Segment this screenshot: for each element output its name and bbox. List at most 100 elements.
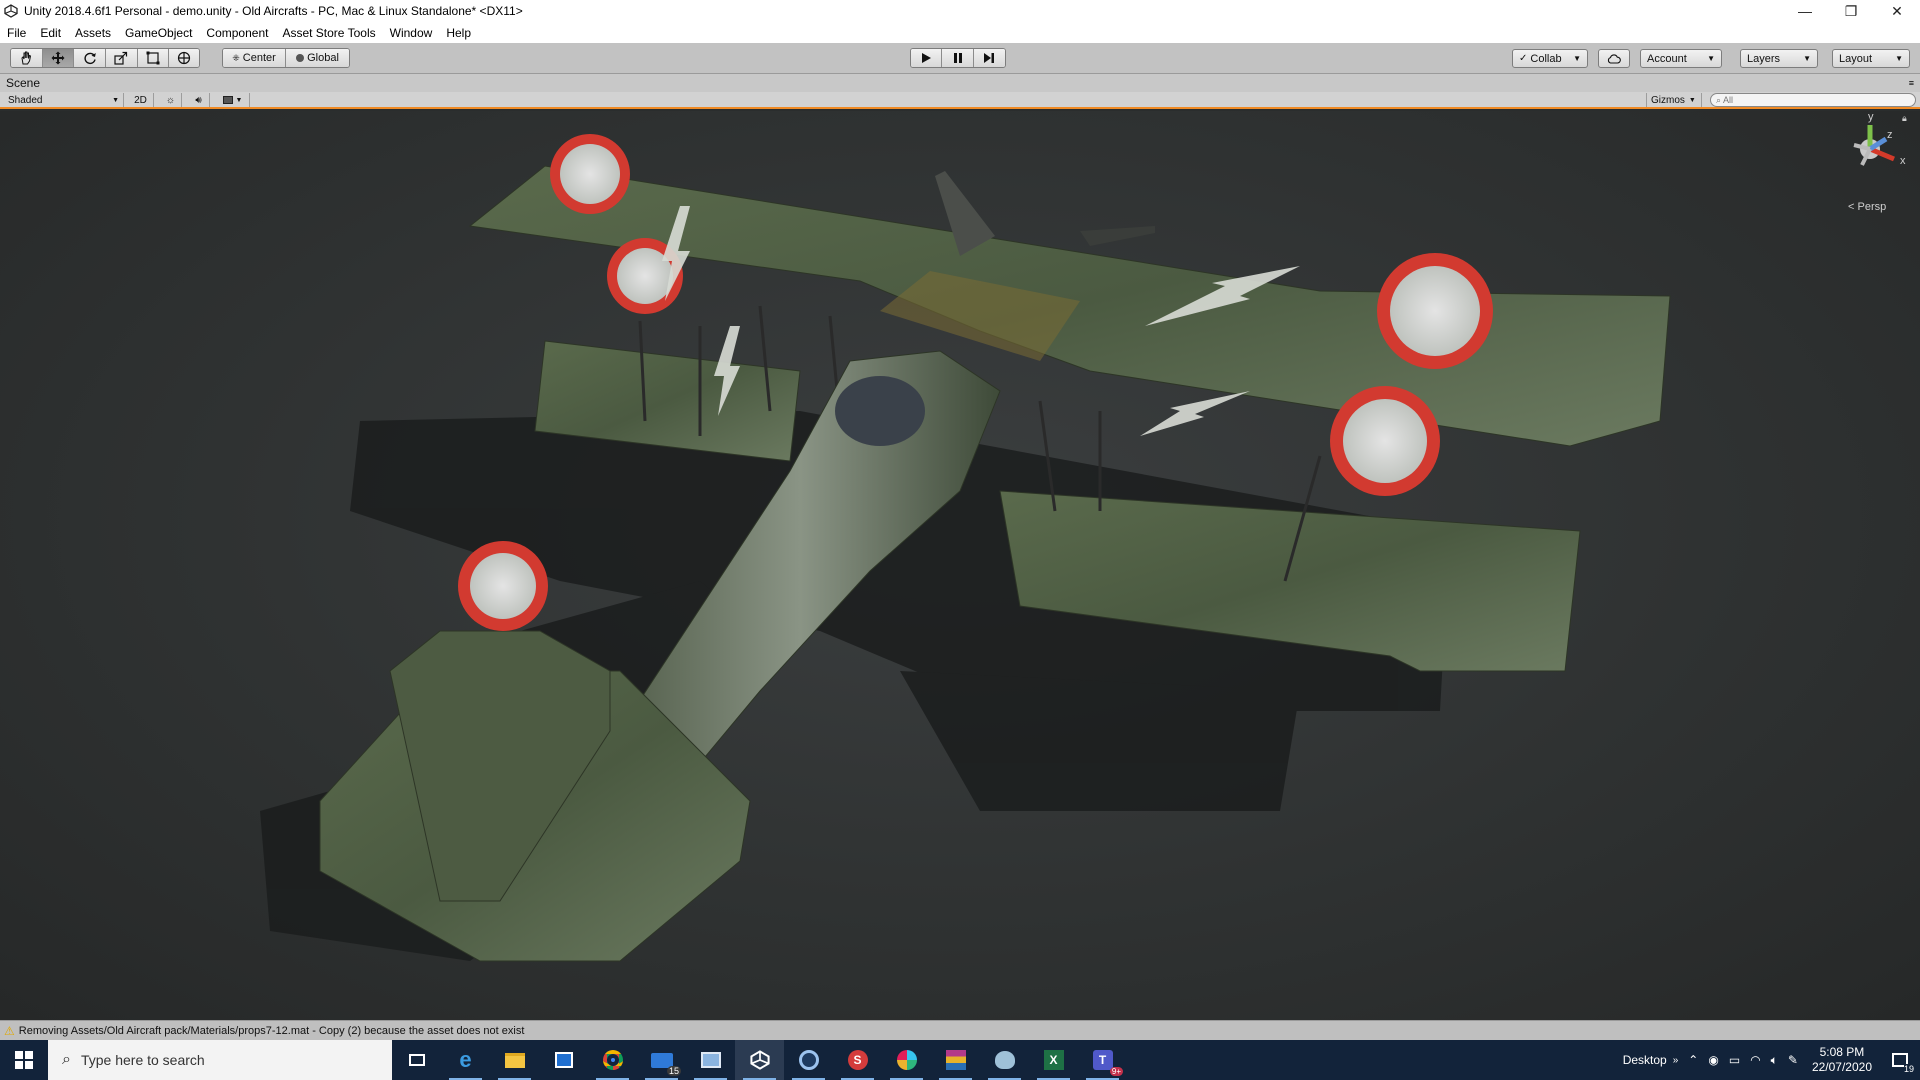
pivot-controls: ⁜ Center Global — [222, 48, 350, 68]
menu-asset-store-tools[interactable]: Asset Store Tools — [275, 26, 382, 40]
taskbar-app-store[interactable] — [539, 1040, 588, 1080]
step-button[interactable] — [973, 49, 1005, 67]
rect-transform-icon — [146, 51, 160, 65]
edge-icon: e — [459, 1047, 472, 1072]
search-icon: ⌕ — [62, 1051, 71, 1068]
search-icon: ⌕ — [1716, 94, 1722, 105]
chevron-down-icon: ▼ — [1688, 96, 1696, 104]
menu-gameobject[interactable]: GameObject — [118, 26, 199, 40]
taskbar-app-unity[interactable] — [735, 1040, 784, 1080]
scene-viewport[interactable]: y z x 🔒︎ < Persp — [0, 111, 1920, 1020]
lock-icon[interactable]: 🔒︎ — [1902, 113, 1907, 124]
rotate-icon — [84, 52, 96, 65]
chrome-icon — [602, 1050, 623, 1070]
shading-mode-dropdown[interactable]: Shaded ▼ — [4, 93, 124, 107]
task-view-button[interactable] — [392, 1040, 441, 1080]
transform-tool-button[interactable] — [169, 49, 199, 67]
taskbar-app-teams[interactable]: T 9+ — [1078, 1040, 1127, 1080]
maximize-button[interactable]: ❐ — [1828, 0, 1874, 22]
pen-icon[interactable]: ✎ — [1788, 1053, 1798, 1067]
cloud-button[interactable] — [1598, 49, 1630, 68]
windows-logo-icon — [15, 1051, 33, 1069]
close-button[interactable]: ✕ — [1874, 0, 1920, 22]
taskbar-app-winrar[interactable] — [931, 1040, 980, 1080]
chevron-down-icon: ▼ — [1895, 54, 1903, 63]
taskbar-app-mail[interactable]: 15 — [637, 1040, 686, 1080]
layout-label: Layout — [1839, 52, 1873, 65]
taskbar-app-file-explorer[interactable] — [490, 1040, 539, 1080]
volume-icon[interactable]: 🔈︎ — [1771, 1053, 1778, 1068]
menu-edit[interactable]: Edit — [33, 26, 68, 40]
taskbar-app-chrome[interactable] — [588, 1040, 637, 1080]
scene-search-placeholder: All — [1723, 95, 1734, 105]
wifi-icon[interactable]: ◠ — [1750, 1053, 1760, 1067]
scene-search-input[interactable]: ⌕ All — [1710, 93, 1916, 107]
battery-icon[interactable]: ▭ — [1729, 1053, 1740, 1067]
window-title: Unity 2018.4.6f1 Personal - demo.unity -… — [24, 4, 523, 18]
toolbar-expand-icon[interactable]: » — [1673, 1055, 1679, 1066]
orientation-gizmo[interactable]: y z x 🔒︎ — [1840, 111, 1910, 171]
taskbar-app-edge[interactable]: e — [441, 1040, 490, 1080]
playback-controls — [910, 48, 1006, 68]
menu-assets[interactable]: Assets — [68, 26, 118, 40]
start-button[interactable] — [0, 1040, 48, 1080]
tab-menu-icon[interactable]: ≡ — [1909, 78, 1914, 88]
menu-window[interactable]: Window — [383, 26, 440, 40]
audio-toggle[interactable]: 🔊︎ — [188, 93, 210, 107]
scale-tool-button[interactable] — [106, 49, 138, 67]
gizmos-dropdown[interactable]: Gizmos ▼ — [1646, 93, 1702, 107]
globe-icon — [296, 54, 305, 62]
menu-help[interactable]: Help — [439, 26, 478, 40]
play-button[interactable] — [911, 49, 943, 67]
pivot-rotation-toggle[interactable]: Global — [286, 49, 349, 67]
scene-tab-bar: Scene ≡ — [0, 74, 1920, 92]
move-tool-button[interactable] — [42, 49, 75, 67]
pivot-icon: ⁜ — [232, 52, 240, 63]
desktop-toolbar-label[interactable]: Desktop — [1623, 1053, 1667, 1067]
unity-icon — [749, 1050, 770, 1070]
taskbar-clock[interactable]: 5:08 PM 22/07/2020 — [1804, 1045, 1880, 1075]
rect-tool-button[interactable] — [137, 49, 170, 67]
menu-component[interactable]: Component — [199, 26, 275, 40]
effects-dropdown[interactable]: ▼ — [216, 93, 250, 107]
taskbar-app-circle[interactable] — [784, 1040, 833, 1080]
clock-date: 22/07/2020 — [1811, 1060, 1872, 1074]
layers-dropdown[interactable]: Layers ▼ — [1740, 49, 1818, 68]
window-title-bar: Unity 2018.4.6f1 Personal - demo.unity -… — [0, 0, 1920, 22]
gizmo-y-label: y — [1868, 111, 1874, 123]
notification-center-button[interactable]: 19 — [1880, 1040, 1920, 1080]
layout-dropdown[interactable]: Layout ▼ — [1832, 49, 1910, 68]
taskbar-app-remote-desktop[interactable] — [686, 1040, 735, 1080]
menu-bar: File Edit Assets GameObject Component As… — [0, 22, 1920, 43]
scene-tab[interactable]: Scene — [0, 76, 40, 90]
show-hidden-icons-icon[interactable]: ⌃ — [1688, 1053, 1698, 1067]
gizmo-z-label: z — [1887, 129, 1893, 141]
pause-button[interactable] — [942, 49, 974, 67]
2d-toggle[interactable]: 2D — [128, 93, 154, 107]
hand-tool-button[interactable] — [11, 49, 43, 67]
taskbar-search-input[interactable]: ⌕ Type here to search — [48, 1040, 392, 1080]
menu-file[interactable]: File — [0, 26, 33, 40]
winrar-icon — [945, 1050, 966, 1070]
collab-dropdown[interactable]: ✓ Collab ▼ — [1512, 49, 1588, 68]
rotate-tool-button[interactable] — [74, 49, 107, 67]
windows-taskbar: ⌕ Type here to search e 15 S X T 9+ Desk… — [0, 1040, 1920, 1080]
projection-label: Persp — [1857, 201, 1887, 213]
pivot-mode-toggle[interactable]: ⁜ Center — [223, 49, 287, 67]
hand-icon — [21, 51, 32, 65]
clock-time: 5:08 PM — [1819, 1045, 1865, 1059]
account-dropdown[interactable]: Account ▼ — [1640, 49, 1722, 68]
main-toolbar: ⁜ Center Global ✓ Collab ▼ Account ▼ Lay… — [0, 43, 1920, 74]
circle-app-icon — [798, 1050, 819, 1070]
taskbar-app-s[interactable]: S — [833, 1040, 882, 1080]
status-bar[interactable]: ⚠ Removing Assets/Old Aircraft pack/Mate… — [0, 1020, 1920, 1040]
lighting-toggle[interactable]: ☼ — [160, 93, 182, 107]
taskbar-app-slack[interactable] — [882, 1040, 931, 1080]
step-icon — [984, 53, 995, 63]
projection-toggle[interactable]: < Persp — [1848, 201, 1886, 213]
taskbar-app-bird[interactable] — [980, 1040, 1029, 1080]
minimize-button[interactable]: — — [1782, 0, 1828, 22]
propeller — [935, 171, 1155, 256]
taskbar-app-excel[interactable]: X — [1029, 1040, 1078, 1080]
meet-now-icon[interactable]: ◉ — [1708, 1053, 1718, 1067]
